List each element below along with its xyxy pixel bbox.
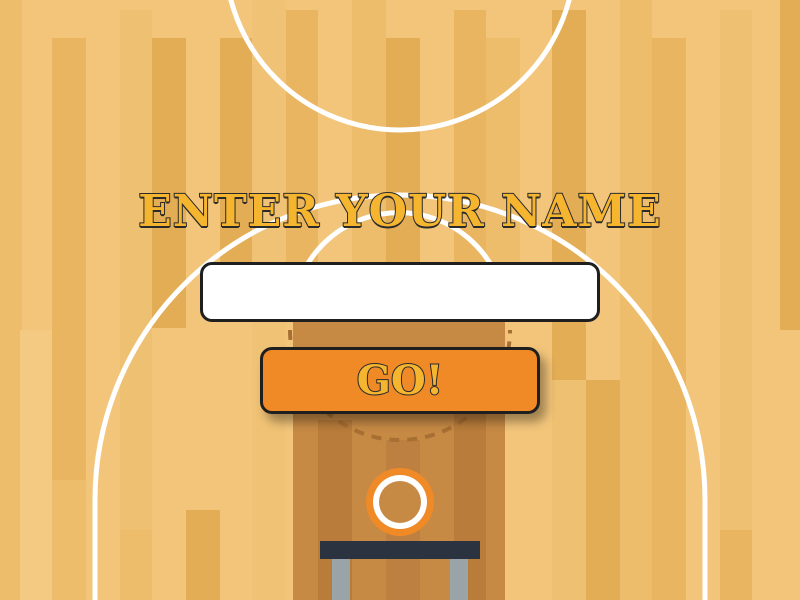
- enter-name-title: ENTER YOUR NAME: [137, 185, 662, 238]
- hoop-post-left: [332, 555, 350, 600]
- game-screen: ENTER YOUR NAME GO!: [0, 0, 800, 600]
- player-name-input[interactable]: [200, 262, 600, 322]
- backboard: [320, 541, 480, 559]
- hoop-post-right: [450, 555, 468, 600]
- hoop-net-center: [379, 481, 421, 523]
- go-button[interactable]: GO!: [260, 347, 540, 414]
